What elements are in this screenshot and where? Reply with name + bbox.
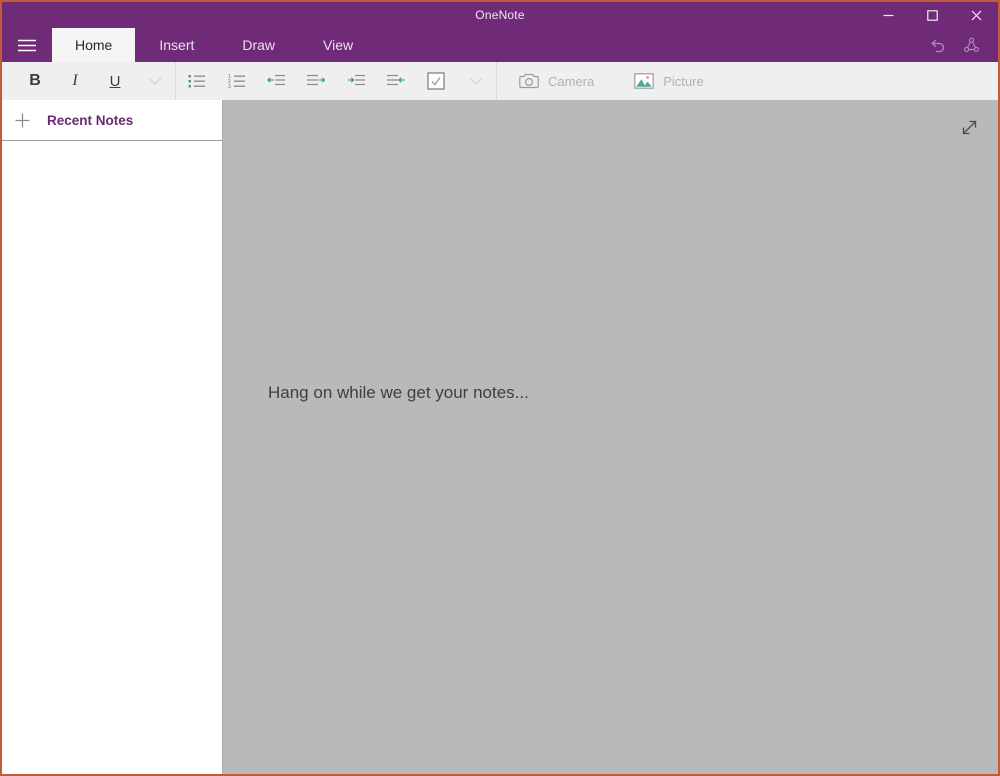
maximize-icon bbox=[926, 9, 938, 21]
sync-icon bbox=[963, 37, 980, 53]
svg-text:3: 3 bbox=[228, 84, 231, 88]
rtl-paragraph-button[interactable] bbox=[376, 62, 416, 100]
window-controls bbox=[866, 2, 998, 28]
right-to-left-icon bbox=[387, 74, 405, 88]
bullet-list-icon bbox=[188, 74, 205, 88]
tab-insert[interactable]: Insert bbox=[135, 28, 218, 62]
undo-icon bbox=[929, 38, 946, 53]
numbered-list-button[interactable]: 1 2 3 bbox=[216, 62, 256, 100]
numbered-list-icon: 1 2 3 bbox=[228, 74, 245, 88]
content-area: Recent Notes Hang on while we get your n… bbox=[2, 100, 998, 774]
undo-button[interactable] bbox=[920, 28, 954, 62]
recent-notes-label: Recent Notes bbox=[47, 112, 134, 128]
bullet-list-button[interactable] bbox=[176, 62, 216, 100]
camera-button[interactable]: Camera bbox=[497, 62, 612, 100]
hamburger-menu-button[interactable] bbox=[2, 28, 52, 62]
tab-draw-label: Draw bbox=[242, 37, 276, 53]
recent-notes-header[interactable]: Recent Notes bbox=[2, 100, 222, 141]
left-to-right-icon bbox=[307, 74, 325, 88]
camera-icon bbox=[519, 73, 539, 89]
picture-icon bbox=[634, 73, 655, 89]
italic-label: I bbox=[72, 72, 78, 89]
hamburger-icon bbox=[18, 39, 36, 52]
bold-label: B bbox=[29, 72, 41, 89]
increase-indent-icon bbox=[347, 74, 365, 88]
tab-view-label: View bbox=[323, 37, 354, 53]
onenote-window: OneNote Home Insert Draw View B I U 1 2 … bbox=[0, 0, 1000, 776]
chevron-down-icon bbox=[469, 77, 483, 85]
maximize-button[interactable] bbox=[910, 2, 954, 28]
loading-message: Hang on while we get your notes... bbox=[268, 383, 529, 402]
tabbar-right-actions bbox=[920, 28, 998, 62]
ltr-paragraph-button[interactable] bbox=[296, 62, 336, 100]
formatting-toolbar: B I U 1 2 3 Camera Picture bbox=[2, 62, 998, 100]
tab-home-label: Home bbox=[75, 37, 113, 53]
picture-button[interactable]: Picture bbox=[612, 62, 721, 100]
bold-button[interactable]: B bbox=[15, 62, 55, 100]
tab-draw[interactable]: Draw bbox=[218, 28, 299, 62]
sync-button[interactable] bbox=[954, 28, 988, 62]
indent-button[interactable] bbox=[336, 62, 376, 100]
picture-label: Picture bbox=[663, 73, 704, 89]
add-note-icon[interactable] bbox=[15, 113, 30, 128]
font-options-dropdown[interactable] bbox=[135, 62, 175, 100]
close-icon bbox=[971, 10, 982, 21]
tab-insert-label: Insert bbox=[159, 37, 195, 53]
decrease-indent-icon bbox=[267, 74, 285, 88]
underline-label: U bbox=[109, 72, 121, 90]
checkbox-icon bbox=[427, 72, 445, 90]
minimize-button[interactable] bbox=[866, 2, 910, 28]
outdent-button[interactable] bbox=[256, 62, 296, 100]
fullscreen-button[interactable] bbox=[956, 114, 982, 140]
tab-home[interactable]: Home bbox=[52, 28, 136, 62]
camera-label: Camera bbox=[548, 73, 595, 89]
chevron-down-icon bbox=[148, 77, 162, 85]
todo-tag-button[interactable] bbox=[416, 62, 456, 100]
tags-dropdown[interactable] bbox=[456, 62, 496, 100]
italic-button[interactable]: I bbox=[55, 62, 95, 100]
notes-list bbox=[2, 141, 222, 774]
notes-sidebar: Recent Notes bbox=[2, 100, 223, 774]
note-canvas[interactable]: Hang on while we get your notes... bbox=[223, 100, 998, 774]
minimize-icon bbox=[883, 10, 894, 21]
ribbon-tab-bar: Home Insert Draw View bbox=[2, 28, 998, 62]
title-bar: OneNote bbox=[2, 2, 998, 28]
tab-view[interactable]: View bbox=[299, 28, 377, 62]
close-button[interactable] bbox=[954, 2, 998, 28]
expand-icon bbox=[960, 118, 979, 137]
window-title: OneNote bbox=[475, 8, 525, 22]
underline-button[interactable]: U bbox=[95, 62, 135, 100]
